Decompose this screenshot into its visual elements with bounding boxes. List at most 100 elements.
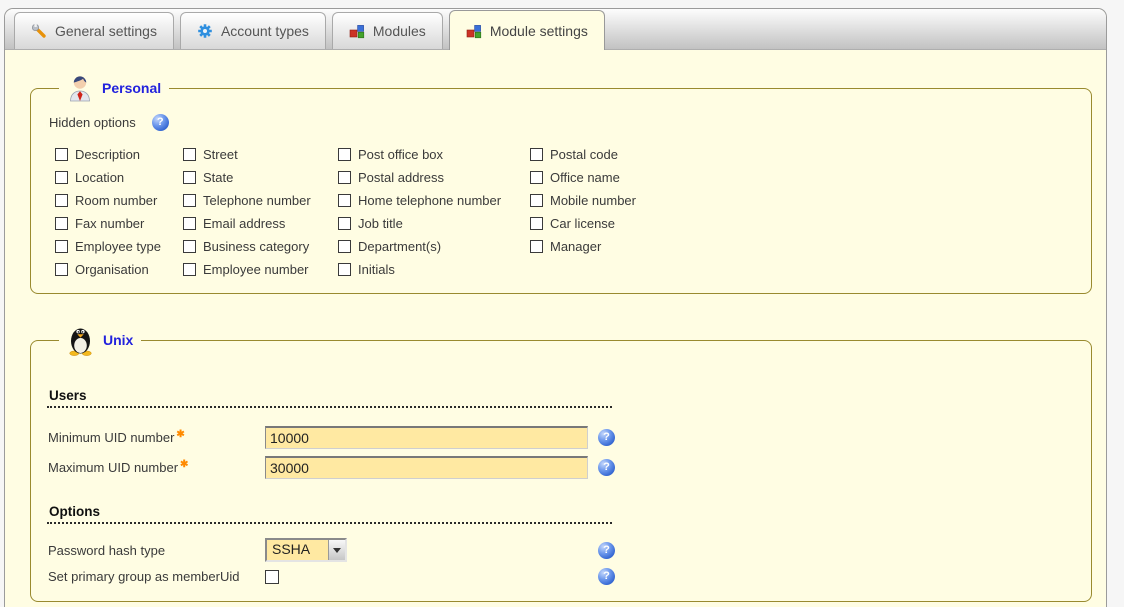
help-icon[interactable]: ?: [598, 459, 615, 476]
tab-label: Module settings: [490, 23, 588, 39]
min-uid-row: Minimum UID number✱ ?: [48, 422, 1075, 452]
password-hash-select[interactable]: SSHA: [265, 538, 347, 562]
option-label: Car license: [550, 216, 615, 231]
blocks-icon: [466, 23, 482, 39]
settings-window: General settings Account types Modules: [4, 8, 1107, 607]
checkbox[interactable]: [338, 148, 351, 161]
personal-legend: Personal: [59, 74, 169, 102]
password-hash-row: Password hash type SSHA ?: [48, 536, 1075, 564]
tab-general-settings[interactable]: General settings: [14, 12, 174, 49]
checkbox[interactable]: [55, 194, 68, 207]
checkbox[interactable]: [55, 171, 68, 184]
users-section-header: Users: [47, 388, 612, 408]
dropdown-arrow-button[interactable]: [328, 540, 345, 560]
checkbox[interactable]: [338, 217, 351, 230]
checkbox[interactable]: [55, 240, 68, 253]
personal-section: Personal Hidden options ? Description St…: [30, 74, 1092, 294]
option-label: Telephone number: [203, 193, 311, 208]
checkbox[interactable]: [338, 194, 351, 207]
wrench-icon: [31, 23, 47, 39]
person-icon: [67, 74, 93, 102]
checkbox[interactable]: [183, 148, 196, 161]
grid-row: Organisation Employee number Initials: [55, 258, 636, 281]
max-uid-input[interactable]: [265, 456, 588, 479]
option-label: State: [203, 170, 233, 185]
required-marker: ✱: [180, 459, 188, 470]
checkbox[interactable]: [338, 240, 351, 253]
min-uid-label: Minimum UID number✱: [48, 429, 265, 445]
help-icon[interactable]: ?: [598, 568, 615, 585]
checkbox[interactable]: [530, 148, 543, 161]
grid-row: Location State Postal address Office nam…: [55, 166, 636, 189]
checkbox[interactable]: [55, 148, 68, 161]
option-label: Mobile number: [550, 193, 636, 208]
tab-label: Account types: [221, 23, 309, 39]
checkbox[interactable]: [55, 263, 68, 276]
tab-label: Modules: [373, 23, 426, 39]
tab-bar: General settings Account types Modules: [5, 9, 1106, 50]
option-label: Street: [203, 147, 238, 162]
personal-title: Personal: [102, 80, 161, 96]
module-settings-panel: Personal Hidden options ? Description St…: [5, 50, 1106, 602]
option-label: Location: [75, 170, 124, 185]
password-hash-value: SSHA: [267, 540, 328, 560]
checkbox[interactable]: [183, 240, 196, 253]
member-uid-label: Set primary group as memberUid: [48, 569, 265, 584]
help-icon[interactable]: ?: [152, 114, 169, 131]
checkbox[interactable]: [183, 217, 196, 230]
checkbox[interactable]: [530, 171, 543, 184]
tux-penguin-icon: [67, 324, 94, 356]
checkbox[interactable]: [55, 217, 68, 230]
grid-row: Fax number Email address Job title Car l…: [55, 212, 636, 235]
option-label: Business category: [203, 239, 309, 254]
min-uid-input[interactable]: [265, 426, 588, 449]
chevron-down-icon: [333, 548, 341, 557]
hidden-options-row: Hidden options ?: [49, 114, 1075, 131]
option-label: Room number: [75, 193, 157, 208]
option-label: Fax number: [75, 216, 144, 231]
checkbox[interactable]: [530, 217, 543, 230]
help-icon[interactable]: ?: [598, 429, 615, 446]
checkbox[interactable]: [183, 194, 196, 207]
checkbox[interactable]: [530, 194, 543, 207]
hidden-options-grid: Description Street Post office box Posta…: [55, 143, 636, 281]
option-label: Initials: [358, 262, 395, 277]
blocks-icon: [349, 23, 365, 39]
option-label: Job title: [358, 216, 403, 231]
tab-account-types[interactable]: Account types: [180, 12, 326, 49]
checkbox[interactable]: [183, 171, 196, 184]
tab-module-settings[interactable]: Module settings: [449, 10, 605, 50]
help-icon[interactable]: ?: [598, 542, 615, 559]
option-label: Organisation: [75, 262, 149, 277]
grid-row: Employee type Business category Departme…: [55, 235, 636, 258]
grid-row: Room number Telephone number Home teleph…: [55, 189, 636, 212]
option-label: Postal address: [358, 170, 444, 185]
option-label: Postal code: [550, 147, 618, 162]
password-hash-label: Password hash type: [48, 543, 265, 558]
unix-title: Unix: [103, 332, 133, 348]
member-uid-row: Set primary group as memberUid ?: [48, 564, 1075, 589]
option-label: Employee number: [203, 262, 309, 277]
option-label: Office name: [550, 170, 620, 185]
required-marker: ✱: [176, 429, 184, 440]
option-label: Post office box: [358, 147, 443, 162]
checkbox[interactable]: [338, 263, 351, 276]
options-section-header: Options: [47, 504, 612, 524]
tab-modules[interactable]: Modules: [332, 12, 443, 49]
checkbox[interactable]: [183, 263, 196, 276]
option-label: Manager: [550, 239, 601, 254]
unix-legend: Unix: [59, 324, 141, 356]
option-label: Description: [75, 147, 140, 162]
max-uid-label: Maximum UID number✱: [48, 459, 265, 475]
option-label: Email address: [203, 216, 285, 231]
checkbox[interactable]: [338, 171, 351, 184]
max-uid-row: Maximum UID number✱ ?: [48, 452, 1075, 482]
option-label: Home telephone number: [358, 193, 501, 208]
unix-section: Unix Users Minimum UID number✱ ? Maximum…: [30, 324, 1092, 602]
checkbox[interactable]: [530, 240, 543, 253]
option-label: Department(s): [358, 239, 441, 254]
member-uid-checkbox[interactable]: [265, 570, 279, 584]
grid-row: Description Street Post office box Posta…: [55, 143, 636, 166]
gear-icon: [197, 23, 213, 39]
hidden-options-label: Hidden options: [49, 115, 136, 130]
